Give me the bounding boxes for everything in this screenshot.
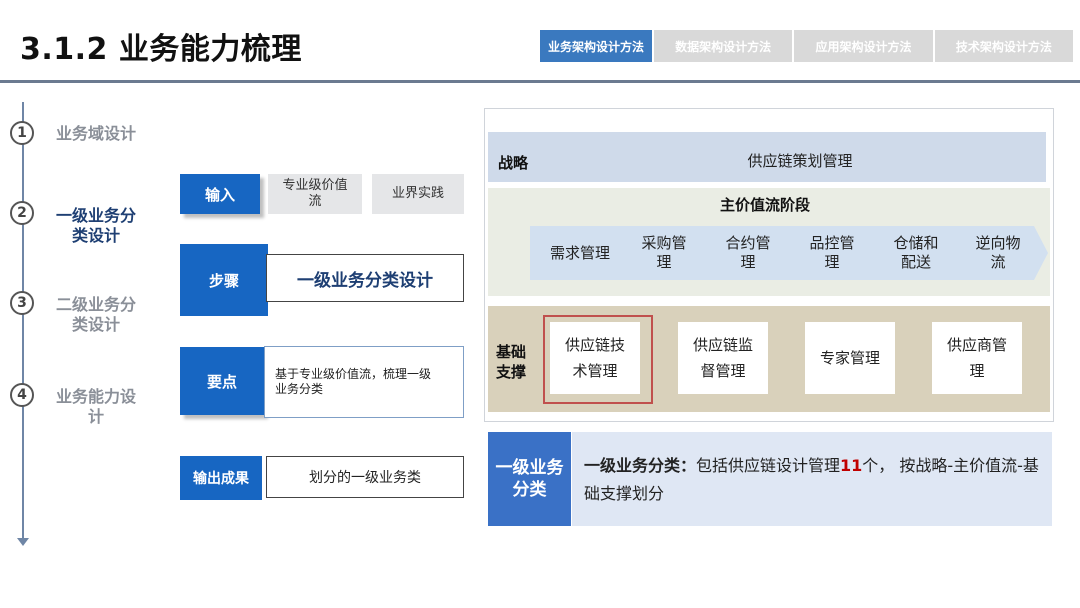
base-item-supplier: 供应商管 理 bbox=[932, 322, 1022, 394]
tab-application-architecture[interactable]: 应用架构设计方法 bbox=[794, 30, 933, 62]
tab-business-architecture[interactable]: 业务架构设计方法 bbox=[540, 30, 652, 62]
tab-data-architecture[interactable]: 数据架构设计方法 bbox=[654, 30, 793, 62]
step-3-number: 3 bbox=[10, 291, 34, 315]
step-label: 步骤 bbox=[180, 244, 268, 316]
value-stage-demand: 需求管理 bbox=[530, 226, 630, 280]
strategy-label: 战略 bbox=[498, 154, 529, 172]
keypoint-box: 基于专业级价值流，梳理一级 业务分类 bbox=[264, 346, 464, 418]
step-4-number: 4 bbox=[10, 383, 34, 407]
base-item-tech-management: 供应链技 术管理 bbox=[550, 322, 640, 394]
step-1-number: 1 bbox=[10, 121, 34, 145]
page-title: 3.1.2 业务能力梳理 bbox=[20, 32, 302, 67]
value-stage-quality: 品控管 理 bbox=[782, 226, 882, 280]
input-item-value-stream: 专业级价值 流 bbox=[268, 174, 362, 214]
summary-count: 11 bbox=[840, 456, 863, 475]
step-value: 一级业务分类设计 bbox=[266, 254, 464, 302]
base-support-label: 基础 支撑 bbox=[496, 343, 527, 381]
output-label: 输出成果 bbox=[180, 456, 262, 500]
value-stage-contract: 合约管 理 bbox=[698, 226, 798, 280]
step-2-number: 2 bbox=[10, 201, 34, 225]
input-item-industry-practice: 业界实践 bbox=[372, 174, 464, 214]
base-item-supervision: 供应链监 督管理 bbox=[678, 322, 768, 394]
output-value: 划分的一级业务类 bbox=[266, 456, 464, 498]
base-item-expert: 专家管理 bbox=[805, 322, 895, 394]
value-stage-procurement: 采购管 理 bbox=[614, 226, 714, 280]
summary-text: 一级业务分类：包括供应链设计管理11个， 按战略-主价值流-基础支撑划分 bbox=[584, 456, 1039, 503]
step-3-label[interactable]: 二级业务分 类设计 bbox=[50, 295, 142, 335]
timeline-arrow-icon bbox=[17, 538, 29, 546]
strategy-text: 供应链策划管理 bbox=[747, 152, 853, 170]
value-stage-warehouse: 仓储和 配送 bbox=[866, 226, 966, 280]
summary-label: 一级业务 分类 bbox=[488, 432, 571, 526]
step-2-label[interactable]: 一级业务分 类设计 bbox=[50, 206, 142, 246]
input-label: 输入 bbox=[180, 174, 260, 214]
value-stage-reverse-logistics: 逆向物 流 bbox=[948, 226, 1048, 280]
step-4-label[interactable]: 业务能力设 计 bbox=[50, 387, 142, 427]
tab-technology-architecture[interactable]: 技术架构设计方法 bbox=[934, 30, 1073, 62]
step-1-label[interactable]: 业务域设计 bbox=[50, 124, 142, 144]
method-tabs: 业务架构设计方法 数据架构设计方法 应用架构设计方法 技术架构设计方法 bbox=[540, 30, 1075, 62]
header-divider bbox=[0, 80, 1080, 83]
timeline-line bbox=[22, 102, 24, 540]
value-stream-title: 主价值流阶段 bbox=[719, 196, 810, 214]
keypoint-label: 要点 bbox=[180, 347, 264, 415]
